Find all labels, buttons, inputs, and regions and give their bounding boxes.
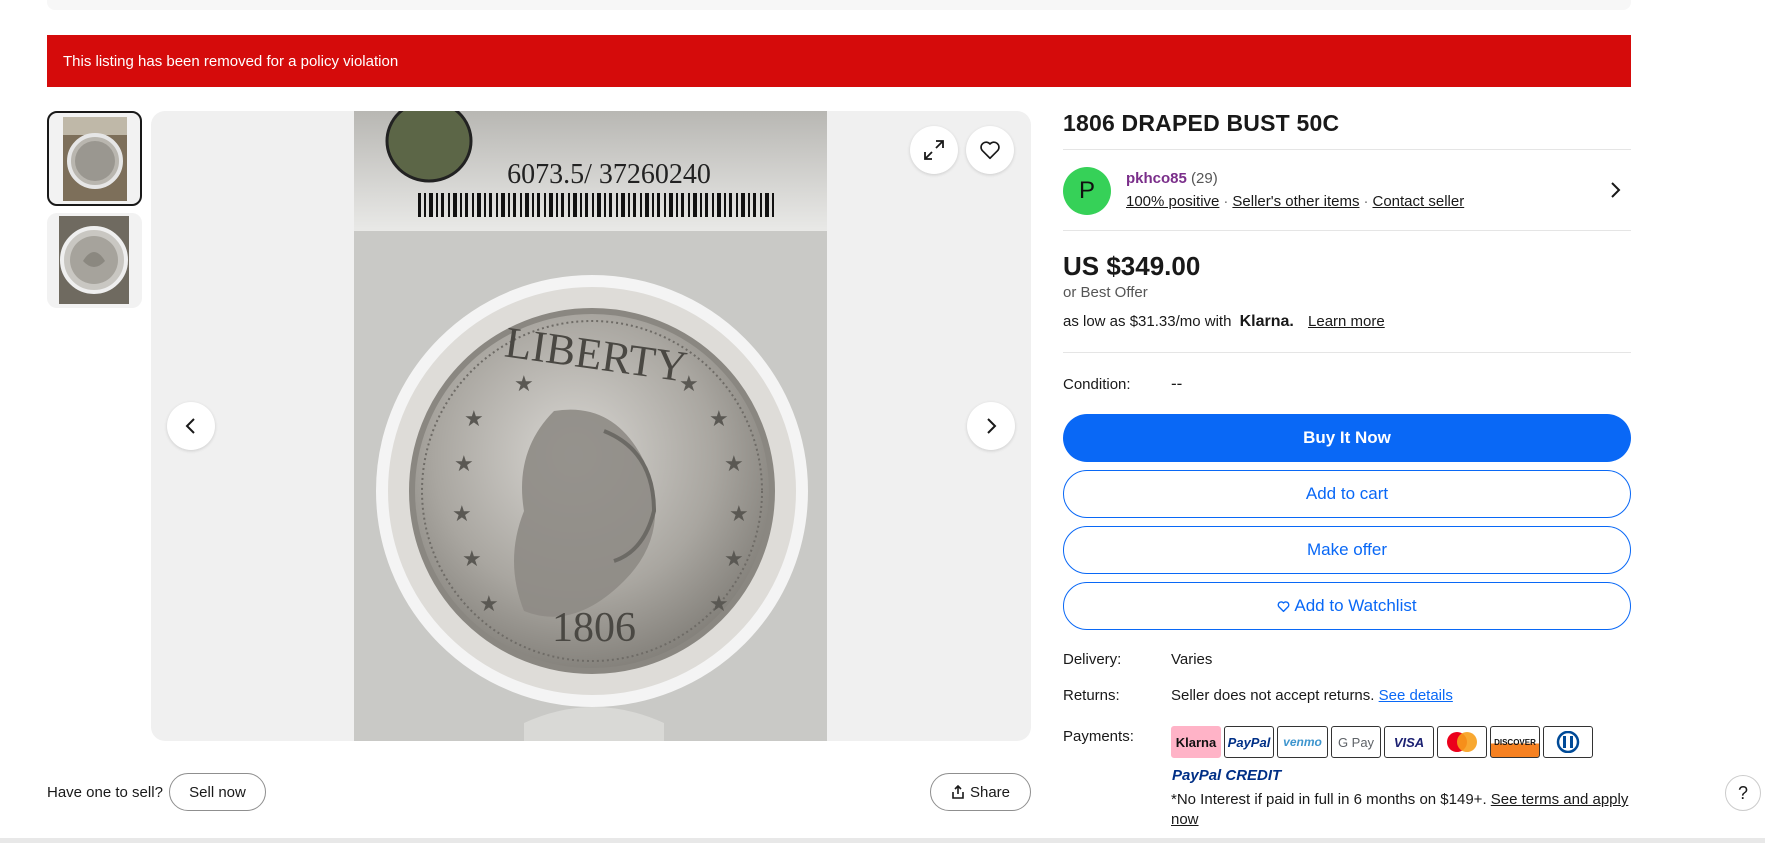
divider (1063, 149, 1631, 150)
no-interest-value: *No Interest if paid in full in 6 months… (1171, 791, 1487, 808)
svg-text:★: ★ (724, 547, 744, 572)
positive-feedback-link[interactable]: 100% positive (1126, 193, 1219, 210)
divider (1063, 352, 1631, 353)
buy-it-now-button[interactable]: Buy It Now (1063, 414, 1631, 462)
seller-chevron-right-icon[interactable] (1605, 180, 1625, 200)
buy-it-now-label: Buy It Now (1303, 428, 1391, 447)
svg-text:★: ★ (452, 502, 472, 527)
no-interest-text: *No Interest if paid in full in 6 months… (1171, 790, 1631, 830)
make-offer-button[interactable]: Make offer (1063, 526, 1631, 574)
svg-text:★: ★ (724, 452, 744, 477)
diners-club-payment-icon (1543, 726, 1593, 758)
best-offer-text: or Best Offer (1063, 284, 1148, 301)
heart-icon (1277, 600, 1290, 612)
sell-now-button[interactable]: Sell now (169, 773, 266, 811)
seller-other-items-link[interactable]: Seller's other items (1232, 193, 1359, 210)
klarna-payment-icon: Klarna (1171, 726, 1221, 758)
delivery-label: Delivery: (1063, 651, 1122, 668)
visa-payment-icon: VISA (1384, 726, 1434, 758)
learn-more-link[interactable]: Learn more (1308, 313, 1385, 330)
paypal-credit-logo: PayPal CREDIT (1172, 767, 1282, 784)
delivery-value: Varies (1171, 651, 1213, 668)
returns-value: Seller does not accept returns. (1171, 687, 1375, 704)
klarna-logo: Klarna. (1239, 313, 1294, 330)
banner-text: This listing has been removed for a poli… (63, 52, 399, 70)
discover-payment-icon: DISCOVER (1490, 726, 1540, 758)
klarna-financing: as low as $31.33/mo with Klarna. Learn m… (1063, 313, 1385, 331)
svg-text:★: ★ (709, 592, 729, 617)
thumbnail-2[interactable] (47, 213, 142, 308)
have-one-to-sell-text: Have one to sell? (47, 784, 163, 801)
share-icon (952, 785, 964, 799)
svg-text:★: ★ (479, 592, 499, 617)
venmo-payment-icon: venmo (1277, 726, 1328, 758)
paypal-payment-icon: PayPal (1224, 726, 1274, 758)
svg-text:★: ★ (454, 452, 474, 477)
svg-text:★: ★ (462, 547, 482, 572)
add-to-watchlist-button[interactable]: Add to Watchlist (1063, 582, 1631, 630)
returns-value-row: Seller does not accept returns. See deta… (1171, 687, 1453, 704)
previous-image-button[interactable] (167, 402, 215, 450)
condition-value: -- (1171, 374, 1183, 393)
make-offer-label: Make offer (1306, 540, 1387, 559)
share-button[interactable]: Share (930, 773, 1031, 811)
top-strip (47, 0, 1631, 10)
coin-photo: 6073.5/ 37260240 LIBERTY ★★★ ★★★ ★★★ ★★ … (354, 111, 827, 741)
google-pay-icon: G Pay (1331, 726, 1381, 758)
svg-text:★: ★ (729, 502, 749, 527)
svg-text:★: ★ (464, 407, 484, 432)
coin-year: 1806 (552, 605, 636, 651)
favorite-button[interactable] (966, 126, 1014, 174)
chevron-right-icon (987, 418, 997, 434)
page-bottom-edge (0, 838, 1765, 843)
price: US $349.00 (1063, 251, 1201, 281)
next-image-button[interactable] (967, 402, 1015, 450)
contact-seller-link[interactable]: Contact seller (1372, 193, 1464, 210)
add-to-cart-button[interactable]: Add to cart (1063, 470, 1631, 518)
thumbnail-1[interactable] (47, 111, 142, 206)
condition-label: Condition: (1063, 376, 1131, 393)
expand-button[interactable] (910, 126, 958, 174)
listing-title: 1806 DRAPED BUST 50C (1063, 110, 1340, 136)
add-to-cart-label: Add to cart (1305, 484, 1389, 503)
returns-label: Returns: (1063, 687, 1120, 704)
image-gallery: 6073.5/ 37260240 LIBERTY ★ ★ ★ ★ ★ ★ ★ ★… (151, 111, 1031, 741)
mastercard-payment-icon (1437, 726, 1487, 758)
expand-icon (924, 140, 944, 160)
payments-label: Payments: (1063, 728, 1134, 745)
share-label: Share (969, 783, 1011, 801)
svg-text:★: ★ (709, 407, 729, 432)
policy-violation-banner: This listing has been removed for a poli… (47, 35, 1631, 87)
svg-text:★: ★ (679, 372, 699, 397)
seller-feedback-count: (29) (1191, 170, 1218, 187)
seller-name-row: pkhco85 (29) (1126, 170, 1218, 187)
help-button[interactable]: ? (1725, 775, 1761, 811)
help-icon: ? (1737, 782, 1748, 803)
sell-now-label: Sell now (189, 783, 246, 801)
add-to-watchlist-label: Add to Watchlist (1294, 596, 1417, 615)
seller-name[interactable]: pkhco85 (1126, 170, 1187, 187)
slab-number: 6073.5/ 37260240 (507, 159, 711, 190)
chevron-left-icon (185, 418, 195, 434)
seller-links: 100% positive · Seller's other items · Conta… (1126, 193, 1465, 210)
seller-avatar[interactable]: P (1063, 167, 1111, 215)
heart-icon (980, 141, 1000, 160)
avatar-letter: P (1078, 177, 1095, 204)
divider (1063, 230, 1631, 231)
see-details-link[interactable]: See details (1379, 687, 1453, 704)
svg-text:★: ★ (514, 372, 534, 397)
klarna-prefix: as low as $31.33/mo with (1063, 313, 1232, 330)
